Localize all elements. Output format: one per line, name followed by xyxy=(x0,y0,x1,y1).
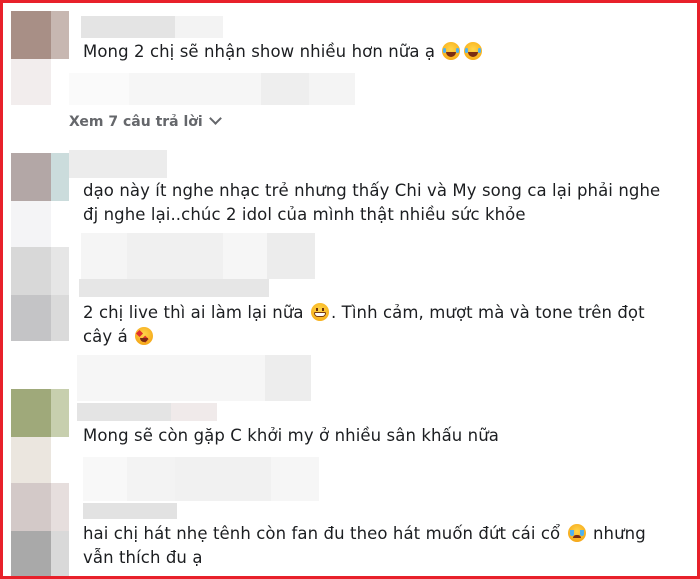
action-row xyxy=(129,73,261,105)
avatar xyxy=(51,531,69,576)
avatar[interactable] xyxy=(11,483,51,531)
action-row xyxy=(309,73,355,105)
action-row xyxy=(261,73,309,105)
avatar xyxy=(51,11,69,59)
avatar xyxy=(51,153,69,201)
avatar xyxy=(51,247,69,295)
chevron-down-icon xyxy=(208,112,222,125)
comment-fragment: 2 chị live thì ai làm lại nữa xyxy=(83,303,304,322)
view-replies-label: Xem 7 câu trả lời xyxy=(69,114,203,130)
author-name[interactable] xyxy=(83,457,127,501)
comment-fragment: nhưng xyxy=(592,524,646,543)
avatar[interactable] xyxy=(11,389,51,437)
comment-line: vẫn thích đu ạ xyxy=(83,548,203,567)
laugh-tears-icon xyxy=(442,42,461,60)
action-row xyxy=(83,503,177,519)
avatar xyxy=(51,483,69,531)
comment-text: hai chị hát nhẹ tênh còn fan đu theo hát… xyxy=(83,522,646,570)
author-name xyxy=(175,457,271,501)
author-name xyxy=(175,16,223,38)
comment-text: 2 chị live thì ai làm lại nữa . Tình cảm… xyxy=(83,301,645,349)
comment-text: Mong sẽ còn gặp C khởi my ở nhiều sân kh… xyxy=(83,424,499,448)
avatar xyxy=(11,295,51,341)
comments-screenshot: Mong 2 chị sẽ nhận show nhiều hơn nữa ạ … xyxy=(0,0,700,579)
star-struck-icon xyxy=(135,327,154,345)
grin-icon xyxy=(310,303,329,321)
comment-fragment: . Tình cảm, mượt mà và tone trên đọt xyxy=(330,303,645,322)
author-name[interactable] xyxy=(81,16,175,38)
avatar xyxy=(11,531,51,576)
comment-text: Mong 2 chị sẽ nhận show nhiều hơn nữa ạ xyxy=(83,40,484,64)
comment-line: Mong sẽ còn gặp C khởi my ở nhiều sân kh… xyxy=(83,426,500,445)
comment-fragment: hai chị hát nhẹ tênh còn fan đu theo hát… xyxy=(83,524,561,543)
action-row xyxy=(77,403,171,421)
comment-line: đj nghe lại..chúc 2 idol của mình thật n… xyxy=(83,205,526,224)
author-name xyxy=(267,233,315,279)
avatar[interactable] xyxy=(11,153,51,201)
comment-line: hai chị hát nhẹ tênh còn fan đu theo hát… xyxy=(83,522,646,546)
action-row xyxy=(69,73,129,105)
comment-line: 2 chị live thì ai làm lại nữa . Tình cảm… xyxy=(83,301,645,325)
laugh-tears-icon xyxy=(464,42,483,60)
avatar[interactable] xyxy=(11,247,51,295)
view-replies-button[interactable]: Xem 7 câu trả lời xyxy=(69,111,222,133)
author-name[interactable] xyxy=(69,150,167,178)
author-name xyxy=(271,457,319,501)
avatar xyxy=(11,201,51,247)
comment-line: cây á xyxy=(83,325,645,349)
comment-line: dạo này ít nghe nhạc trẻ nhưng thấy Chi … xyxy=(83,181,661,200)
crying-icon xyxy=(567,524,586,542)
action-row xyxy=(171,403,217,421)
author-name xyxy=(265,355,311,401)
author-name xyxy=(127,457,175,501)
author-name[interactable] xyxy=(81,233,127,279)
avatar xyxy=(51,295,69,341)
avatar[interactable] xyxy=(11,11,51,59)
avatar xyxy=(11,437,51,483)
avatar xyxy=(11,59,51,105)
comment-line: Mong 2 chị sẽ nhận show nhiều hơn nữa ạ xyxy=(83,42,436,61)
author-name[interactable] xyxy=(77,355,267,401)
action-row xyxy=(79,279,269,297)
author-name xyxy=(127,233,223,279)
author-name xyxy=(223,233,267,279)
avatar xyxy=(51,389,69,437)
comment-fragment: cây á xyxy=(83,327,128,346)
comment-text: dạo này ít nghe nhạc trẻ nhưng thấy Chi … xyxy=(83,179,660,227)
